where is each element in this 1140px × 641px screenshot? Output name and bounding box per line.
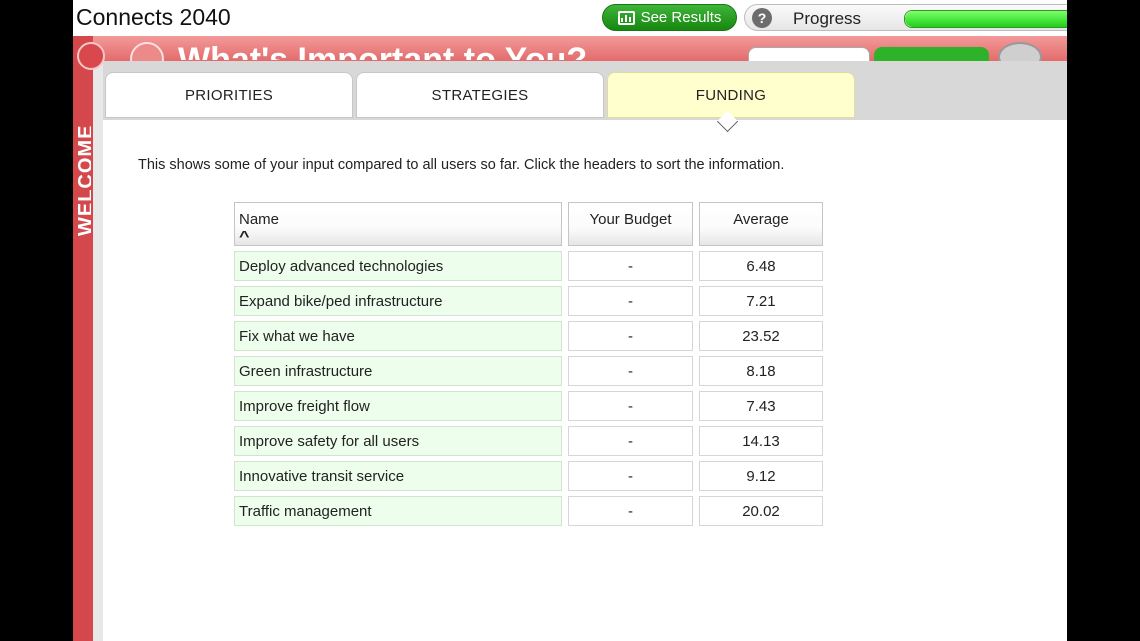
table-row: Innovative transit service -9.12: [234, 461, 823, 491]
table-row: Expand bike/ped infrastructure -7.21: [234, 286, 823, 316]
cell-your-budget: -: [568, 461, 693, 491]
cell-name: Traffic management: [234, 496, 562, 526]
cell-your-budget: -: [568, 321, 693, 351]
cell-your-budget: -: [568, 251, 693, 281]
table-row: Traffic management -20.02: [234, 496, 823, 526]
funding-table: Name ^ Your Budget Average Deploy advanc…: [228, 197, 829, 531]
cell-name: Deploy advanced technologies: [234, 251, 562, 281]
cell-your-budget: -: [568, 391, 693, 421]
table-header-row: Name ^ Your Budget Average: [234, 202, 823, 246]
cell-your-budget: -: [568, 496, 693, 526]
chevron-up-icon: ^: [239, 228, 250, 245]
results-dialog: PRIORITIES STRATEGIES FUNDING This shows…: [103, 61, 1067, 641]
welcome-label: WELCOME: [75, 124, 91, 236]
cell-average: 23.52: [699, 321, 823, 351]
top-header: Connects 2040 See Results ? Progress: [73, 0, 1067, 36]
tab-funding[interactable]: FUNDING: [607, 72, 855, 118]
bar-chart-icon: [617, 10, 635, 25]
table-row: Green infrastructure -8.18: [234, 356, 823, 386]
help-icon[interactable]: ?: [752, 8, 772, 28]
progress-bar-fill: [905, 11, 1067, 27]
see-results-label: See Results: [640, 9, 722, 26]
app-title: Connects 2040: [76, 4, 231, 30]
cell-your-budget: -: [568, 426, 693, 456]
cell-name: Fix what we have: [234, 321, 562, 351]
table-row: Improve safety for all users -14.13: [234, 426, 823, 456]
cell-your-budget: -: [568, 286, 693, 316]
cell-average: 6.48: [699, 251, 823, 281]
progress-label: Progress: [793, 9, 862, 28]
cell-name: Improve freight flow: [234, 391, 562, 421]
cell-name: Expand bike/ped infrastructure: [234, 286, 562, 316]
table-row: Deploy advanced technologies -6.48: [234, 251, 823, 281]
table-row: Fix what we have -23.52: [234, 321, 823, 351]
cell-name: Innovative transit service: [234, 461, 562, 491]
table-row: Improve freight flow -7.43: [234, 391, 823, 421]
background-page-title: What's Important to You?: [178, 41, 588, 60]
cell-average: 8.18: [699, 356, 823, 386]
tab-strategies[interactable]: STRATEGIES: [356, 72, 604, 118]
cell-average: 14.13: [699, 426, 823, 456]
column-header-average[interactable]: Average: [699, 202, 823, 246]
cell-name: Green infrastructure: [234, 356, 562, 386]
column-header-name[interactable]: Name ^: [234, 202, 562, 246]
expand-circle-icon[interactable]: [77, 42, 105, 70]
app-window: WELCOME What's Important to You? Connect…: [73, 0, 1067, 641]
cell-average: 7.43: [699, 391, 823, 421]
intro-text: This shows some of your input compared t…: [138, 157, 785, 173]
cell-average: 7.21: [699, 286, 823, 316]
cell-name: Improve safety for all users: [234, 426, 562, 456]
see-results-button[interactable]: See Results: [602, 4, 737, 31]
cell-average: 20.02: [699, 496, 823, 526]
tab-priorities[interactable]: PRIORITIES: [105, 72, 353, 118]
progress-bar: [904, 10, 1067, 28]
progress-indicator: ? Progress: [744, 4, 1067, 31]
cell-average: 9.12: [699, 461, 823, 491]
tab-bar: PRIORITIES STRATEGIES FUNDING: [103, 61, 1067, 120]
cell-your-budget: -: [568, 356, 693, 386]
